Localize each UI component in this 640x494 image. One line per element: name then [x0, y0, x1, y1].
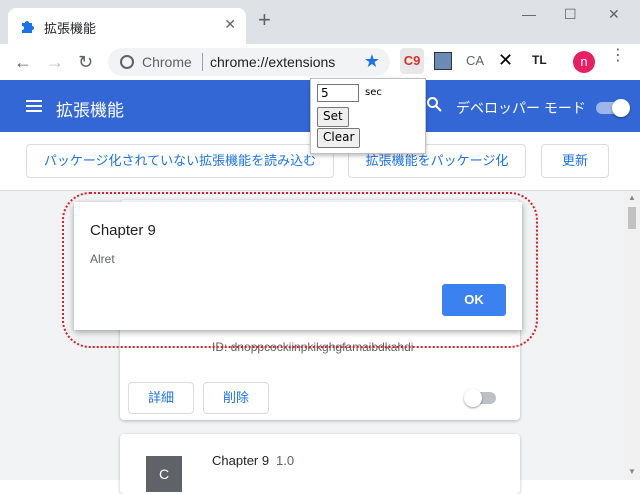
new-tab-button[interactable]: + — [258, 9, 271, 31]
bookmark-star-icon[interactable]: ★ — [364, 51, 380, 72]
hamburger-menu-icon[interactable] — [26, 100, 42, 112]
seconds-label: sec — [365, 87, 382, 98]
alert-dialog: Chapter 9 Alret OK — [74, 202, 522, 330]
tab-title: 拡張機能 — [44, 21, 97, 36]
maximize-button[interactable]: ☐ — [564, 6, 577, 23]
forward-button[interactable]: → — [46, 52, 64, 73]
scroll-up-icon[interactable]: ▲ — [628, 193, 636, 202]
extension-c9-button[interactable]: C9 — [400, 48, 424, 74]
omnibox-chrome-label: Chrome — [142, 54, 192, 70]
details-button[interactable]: 詳細 — [128, 382, 194, 414]
developer-mode-toggle[interactable] — [596, 99, 630, 117]
chrome-icon — [120, 55, 134, 69]
load-unpacked-button[interactable]: パッケージ化されていない拡張機能を読み込む — [26, 144, 334, 178]
profile-avatar[interactable]: n — [573, 51, 595, 73]
ok-button[interactable]: OK — [442, 284, 506, 316]
remove-button[interactable]: 削除 — [203, 382, 269, 414]
seconds-input[interactable]: 5 — [317, 84, 359, 102]
back-button[interactable]: ← — [14, 52, 32, 73]
extension-tl-button[interactable]: TL — [532, 53, 547, 67]
omnibox-separator — [202, 53, 203, 71]
extension-enable-toggle[interactable] — [464, 389, 496, 407]
chrome-menu-icon[interactable]: ⋮ — [610, 48, 626, 64]
extension-icon: C — [146, 456, 182, 492]
extension-version: 1.0 — [276, 453, 295, 468]
extension-popup: 5 sec Set Clear — [310, 78, 426, 154]
scrollbar[interactable]: ▲ ▼ — [624, 191, 640, 480]
tab-extensions[interactable]: 拡張機能 ✕ — [8, 8, 246, 44]
extension-id: ID: dnoppcockiinpkikghgfamaibdkahdi — [212, 340, 414, 354]
tab-close-icon[interactable]: ✕ — [224, 16, 236, 33]
page-title: 拡張機能 — [56, 101, 124, 120]
search-icon[interactable] — [426, 96, 442, 117]
set-button[interactable]: Set — [317, 107, 349, 127]
update-button[interactable]: 更新 — [541, 144, 609, 178]
dialog-title: Chapter 9 — [90, 222, 156, 239]
url-text[interactable]: chrome://extensions — [210, 54, 335, 70]
extension-name: Chapter 9 — [212, 453, 270, 468]
tab-strip: 拡張機能 ✕ + — ☐ ✕ — [0, 0, 640, 44]
dialog-message: Alret — [90, 252, 115, 266]
scrollbar-thumb[interactable] — [628, 207, 636, 229]
extension-picture-icon[interactable] — [434, 52, 452, 70]
address-bar[interactable]: Chrome chrome://extensions ★ — [108, 48, 390, 76]
window-close-button[interactable]: ✕ — [608, 6, 620, 23]
extension-card: C Chapter 9 1.0 — [120, 434, 520, 494]
scroll-down-icon[interactable]: ▼ — [628, 467, 636, 476]
reload-button[interactable]: ↻ — [78, 52, 93, 73]
extension-x-icon[interactable]: ✕ — [498, 50, 513, 71]
clear-button[interactable]: Clear — [317, 128, 361, 148]
minimize-button[interactable]: — — [522, 6, 536, 22]
extension-ca-button[interactable]: CA — [466, 53, 484, 68]
developer-mode-label: デベロッパー モード — [456, 100, 586, 116]
puzzle-icon — [22, 21, 34, 33]
